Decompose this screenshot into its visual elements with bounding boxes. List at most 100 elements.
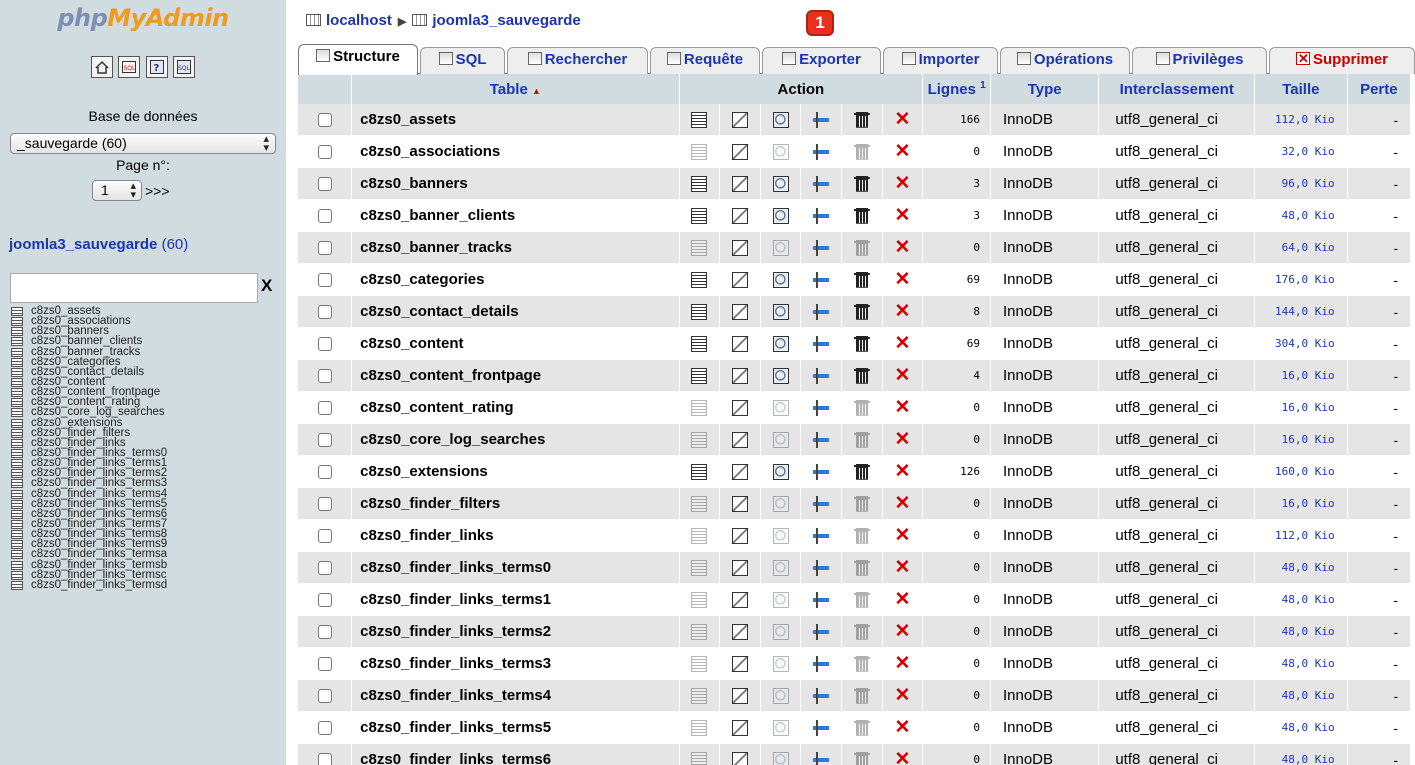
search-icon[interactable] (772, 495, 789, 512)
browse-icon[interactable] (691, 271, 708, 288)
search-icon[interactable] (772, 687, 789, 704)
table-name-link[interactable]: c8zs0_core_log_searches (352, 424, 680, 456)
sql-doc-icon[interactable]: SQL (173, 56, 196, 78)
browse-table-icon[interactable] (11, 550, 23, 560)
drop-table-icon[interactable]: ✕ (894, 142, 910, 161)
structure-icon[interactable] (731, 303, 748, 320)
size-link[interactable]: 16,0 Kio (1255, 424, 1348, 456)
browse-table-icon[interactable] (11, 367, 23, 377)
empty-table-icon[interactable] (853, 591, 870, 608)
tab-operations[interactable]: Opérations (1000, 47, 1130, 74)
browse-icon[interactable] (691, 367, 708, 384)
insert-icon[interactable] (813, 687, 830, 704)
insert-icon[interactable] (813, 367, 830, 384)
search-icon[interactable] (772, 111, 789, 128)
structure-icon[interactable] (731, 751, 748, 765)
browse-table-icon[interactable] (11, 560, 23, 570)
search-icon[interactable] (772, 143, 789, 160)
drop-table-icon[interactable]: ✕ (894, 398, 910, 417)
row-checkbox[interactable] (317, 465, 332, 480)
table-name-link[interactable]: c8zs0_finder_links (352, 520, 680, 552)
breadcrumb-database[interactable]: joomla3_sauvegarde (432, 12, 580, 29)
drop-table-icon[interactable]: ✕ (894, 590, 910, 609)
table-filter-input[interactable] (10, 273, 258, 303)
empty-table-icon[interactable] (853, 303, 870, 320)
browse-table-icon[interactable] (11, 337, 23, 347)
breadcrumb-server[interactable]: localhost (326, 12, 392, 29)
search-icon[interactable] (772, 623, 789, 640)
insert-icon[interactable] (813, 655, 830, 672)
browse-table-icon[interactable] (11, 459, 23, 469)
browse-icon[interactable] (691, 303, 708, 320)
empty-table-icon[interactable] (853, 751, 870, 765)
database-link[interactable]: joomla3_sauvegarde (60) (9, 236, 188, 253)
insert-icon[interactable] (813, 463, 830, 480)
browse-table-icon[interactable] (11, 469, 23, 479)
structure-icon[interactable] (731, 463, 748, 480)
size-link[interactable]: 48,0 Kio (1255, 616, 1348, 648)
table-name-link[interactable]: c8zs0_banner_clients (352, 200, 680, 232)
browse-icon[interactable] (691, 751, 708, 765)
size-link[interactable]: 48,0 Kio (1255, 584, 1348, 616)
search-icon[interactable] (772, 271, 789, 288)
browse-icon[interactable] (691, 431, 708, 448)
database-select[interactable]: _sauvegarde (60) ▴ ▾ (10, 133, 276, 154)
drop-table-icon[interactable]: ✕ (894, 238, 910, 257)
row-checkbox[interactable] (317, 209, 332, 224)
drop-table-icon[interactable]: ✕ (894, 366, 910, 385)
table-name-link[interactable]: c8zs0_banner_tracks (352, 232, 680, 264)
row-checkbox[interactable] (317, 625, 332, 640)
table-name-link[interactable]: c8zs0_content (352, 328, 680, 360)
insert-icon[interactable] (813, 431, 830, 448)
drop-table-icon[interactable]: ✕ (894, 462, 910, 481)
insert-icon[interactable] (813, 303, 830, 320)
size-link[interactable]: 176,0 Kio (1255, 264, 1348, 296)
structure-icon[interactable] (731, 335, 748, 352)
size-link[interactable]: 112,0 Kio (1255, 520, 1348, 552)
row-checkbox[interactable] (317, 241, 332, 256)
structure-icon[interactable] (731, 239, 748, 256)
search-icon[interactable] (772, 367, 789, 384)
insert-icon[interactable] (813, 335, 830, 352)
browse-table-icon[interactable] (11, 519, 23, 529)
insert-icon[interactable] (813, 623, 830, 640)
drop-table-icon[interactable]: ✕ (894, 622, 910, 641)
table-name-link[interactable]: c8zs0_content_frontpage (352, 360, 680, 392)
structure-icon[interactable] (731, 271, 748, 288)
browse-table-icon[interactable] (11, 377, 23, 387)
browse-table-icon[interactable] (11, 580, 23, 590)
structure-icon[interactable] (731, 495, 748, 512)
tab-structure[interactable]: Structure (298, 44, 418, 75)
row-checkbox[interactable] (317, 113, 332, 128)
row-checkbox[interactable] (317, 561, 332, 576)
empty-table-icon[interactable] (853, 719, 870, 736)
search-icon[interactable] (772, 175, 789, 192)
size-link[interactable]: 16,0 Kio (1255, 360, 1348, 392)
search-icon[interactable] (772, 399, 789, 416)
browse-table-icon[interactable] (11, 540, 23, 550)
structure-icon[interactable] (731, 399, 748, 416)
browse-icon[interactable] (691, 655, 708, 672)
browse-table-icon[interactable] (11, 428, 23, 438)
size-link[interactable]: 96,0 Kio (1255, 168, 1348, 200)
row-checkbox[interactable] (317, 689, 332, 704)
table-name-link[interactable]: c8zs0_contact_details (352, 296, 680, 328)
size-link[interactable]: 48,0 Kio (1255, 648, 1348, 680)
browse-icon[interactable] (691, 719, 708, 736)
page-select[interactable]: 1 ▴ ▾ (92, 180, 142, 201)
empty-table-icon[interactable] (853, 143, 870, 160)
empty-table-icon[interactable] (853, 495, 870, 512)
drop-table-icon[interactable]: ✕ (894, 686, 910, 705)
row-checkbox[interactable] (317, 497, 332, 512)
browse-table-icon[interactable] (11, 408, 23, 418)
table-name-link[interactable]: c8zs0_finder_links_terms6 (352, 744, 680, 765)
filter-clear-button[interactable]: X (261, 276, 272, 296)
row-checkbox[interactable] (317, 721, 332, 736)
drop-table-icon[interactable]: ✕ (894, 302, 910, 321)
table-name-link[interactable]: c8zs0_associations (352, 136, 680, 168)
structure-icon[interactable] (731, 111, 748, 128)
table-name-link[interactable]: c8zs0_banners (352, 168, 680, 200)
insert-icon[interactable] (813, 495, 830, 512)
search-icon[interactable] (772, 751, 789, 765)
browse-icon[interactable] (691, 623, 708, 640)
